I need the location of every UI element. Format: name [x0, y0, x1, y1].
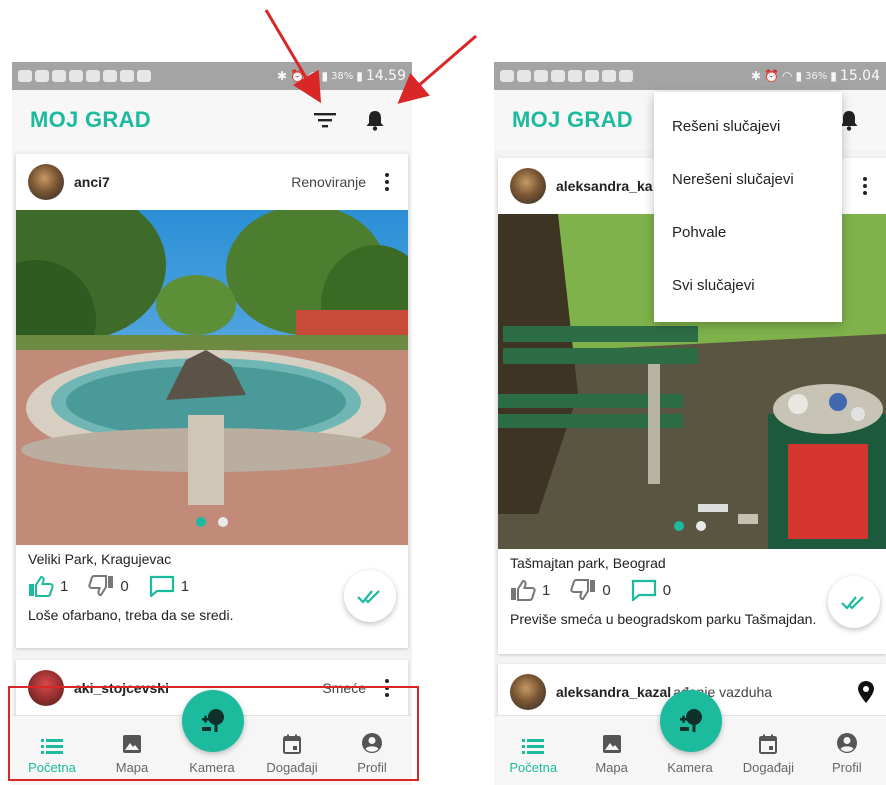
arrow-to-filter-icon — [264, 9, 322, 104]
comparison-figure: ✱ ⏰ ◠ ▮ 38% ▮ 14.59 MOJ GRAD anci7 Renov… — [0, 0, 886, 785]
annotation-arrows — [264, 9, 477, 104]
arrow-to-bell-icon — [397, 34, 477, 104]
